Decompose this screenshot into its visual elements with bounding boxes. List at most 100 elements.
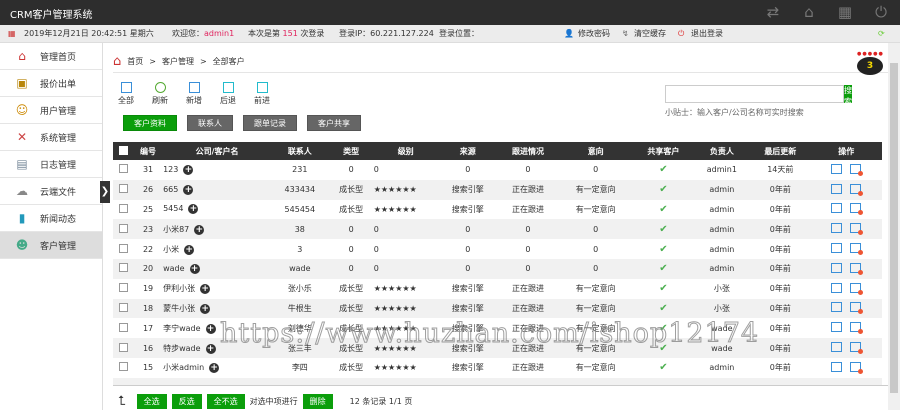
sidebar-item-6[interactable]: ▮ 新闻动态: [0, 205, 102, 232]
row-select[interactable]: [113, 200, 133, 220]
row-select[interactable]: [113, 318, 133, 338]
table-row[interactable]: 17 李宁wade + 刘德华 成长型 ★★★★★★ 搜索引擎 正在跟进 有一定意…: [113, 318, 882, 338]
table-row[interactable]: 15 小米admin + 李四 成长型 ★★★★★★ 搜索引擎 正在跟进 有一定意…: [113, 358, 882, 378]
company-name[interactable]: 李宁wade: [163, 324, 200, 333]
tab-follow-records[interactable]: 跟单记录: [243, 115, 297, 131]
delete-icon[interactable]: [850, 203, 864, 216]
expand-plus-icon[interactable]: +: [188, 204, 199, 215]
tab-customer-share[interactable]: 客户共享: [307, 115, 361, 131]
breadcrumb-customer[interactable]: 客户管理: [162, 56, 194, 67]
select-all-checkbox[interactable]: [118, 145, 128, 155]
company-name[interactable]: 665: [163, 185, 178, 194]
expand-plus-icon[interactable]: +: [184, 244, 195, 255]
table-row[interactable]: 26 665 + 433434 成长型 ★★★★★★ 搜索引擎 正在跟进 有一定意…: [113, 179, 882, 200]
invert-selection-button[interactable]: 反选: [171, 394, 202, 409]
row-checkbox[interactable]: [118, 164, 128, 174]
sidebar-item-5[interactable]: ☁ 云端文件: [0, 178, 102, 205]
row-checkbox[interactable]: [118, 243, 128, 253]
row-checkbox[interactable]: [118, 362, 128, 372]
table-row[interactable]: 18 蒙牛小张 + 牛根生 成长型 ★★★★★★ 搜索引擎 正在跟进 有一定意向 …: [113, 298, 882, 319]
back-button[interactable]: 后退: [220, 82, 236, 106]
delete-button[interactable]: 删除: [302, 394, 333, 409]
delete-icon[interactable]: [850, 322, 864, 335]
expand-plus-icon[interactable]: +: [209, 363, 220, 374]
delete-icon[interactable]: [850, 262, 864, 275]
row-checkbox[interactable]: [118, 322, 128, 332]
table-row[interactable]: 23 小米87 + 38 0 0 0 0 0 ✔ admin 0年前: [113, 219, 882, 240]
row-checkbox[interactable]: [118, 203, 128, 213]
power-icon[interactable]: ⏻: [872, 3, 890, 21]
tab-contacts[interactable]: 联系人: [187, 115, 233, 131]
tab-customer-info[interactable]: 客户资料: [123, 115, 177, 131]
all-button[interactable]: 全部: [118, 82, 134, 106]
search-input[interactable]: [665, 85, 844, 103]
select-none-button[interactable]: 全不选: [206, 394, 245, 409]
delete-icon[interactable]: [850, 302, 864, 315]
company-name[interactable]: 蒙牛小张: [163, 304, 195, 313]
add-button[interactable]: 新增: [186, 82, 202, 106]
change-password-link[interactable]: 修改密码: [578, 25, 610, 43]
row-select[interactable]: [113, 239, 133, 259]
table-row[interactable]: 16 特步wade + 张三丰 成长型 ★★★★★★ 搜索引擎 正在跟进 有一定意…: [113, 338, 882, 358]
edit-icon[interactable]: [831, 163, 843, 174]
edit-icon[interactable]: [831, 203, 843, 214]
table-row[interactable]: 20 wade + wade 0 0 0 0 0 ✔ admin 0年前: [113, 258, 882, 279]
sync-icon[interactable]: ⟳: [878, 25, 885, 43]
forward-button[interactable]: 前进: [254, 82, 270, 106]
row-checkbox[interactable]: [118, 223, 128, 233]
logout-link[interactable]: 退出登录: [691, 25, 723, 43]
edit-icon[interactable]: [831, 302, 843, 313]
sidebar-item-2[interactable]: ☺ 用户管理: [0, 97, 102, 124]
delete-icon[interactable]: [850, 361, 864, 374]
row-select[interactable]: [113, 358, 133, 378]
table-row[interactable]: [113, 377, 882, 385]
company-name[interactable]: 小米87: [163, 225, 189, 234]
delete-icon[interactable]: [850, 183, 864, 196]
table-row[interactable]: 31 123 + 231 0 0 0 0 0 ✔ admin1 14天前: [113, 160, 882, 180]
company-name[interactable]: 小米: [163, 245, 179, 254]
delete-icon[interactable]: [850, 342, 864, 355]
sidebar-item-3[interactable]: ✕ 系统管理: [0, 124, 102, 151]
row-select[interactable]: [113, 298, 133, 319]
row-checkbox[interactable]: [118, 342, 128, 352]
sidebar-item-4[interactable]: ▤ 日志管理: [0, 151, 102, 178]
home-icon[interactable]: ⌂: [800, 3, 818, 21]
company-name[interactable]: 小米admin: [163, 363, 204, 372]
scrollbar[interactable]: [888, 43, 900, 410]
search-button[interactable]: 搜 索: [844, 85, 852, 106]
row-select[interactable]: [113, 338, 133, 358]
edit-icon[interactable]: [831, 223, 843, 234]
expand-plus-icon[interactable]: +: [205, 343, 216, 354]
breadcrumb-home[interactable]: 首页: [127, 56, 143, 67]
row-select[interactable]: [113, 179, 133, 200]
delete-icon[interactable]: [850, 282, 864, 295]
expand-plus-icon[interactable]: +: [189, 263, 200, 274]
sidebar-item-7[interactable]: ☻ 客户管理: [0, 232, 102, 259]
row-select[interactable]: [113, 258, 133, 279]
company-name[interactable]: 123: [163, 165, 178, 174]
edit-icon[interactable]: [831, 243, 843, 254]
edit-icon[interactable]: [831, 282, 843, 293]
clear-cache-link[interactable]: 清空缓存: [634, 25, 666, 43]
row-checkbox[interactable]: [118, 302, 128, 312]
row-select[interactable]: [113, 279, 133, 299]
row-checkbox[interactable]: [118, 184, 128, 194]
expand-plus-icon[interactable]: +: [183, 184, 194, 195]
company-name[interactable]: 伊利小张: [163, 284, 195, 293]
edit-icon[interactable]: [831, 262, 843, 273]
expand-plus-icon[interactable]: +: [183, 164, 194, 175]
return-arrow-icon[interactable]: ⮤: [118, 394, 126, 409]
grid-icon[interactable]: ▦: [836, 3, 854, 21]
expand-plus-icon[interactable]: +: [194, 224, 205, 235]
notification-badge[interactable]: 3: [857, 57, 883, 75]
row-checkbox[interactable]: [118, 263, 128, 273]
delete-icon[interactable]: [850, 163, 864, 176]
scrollbar-thumb[interactable]: [890, 63, 898, 393]
edit-icon[interactable]: [831, 342, 843, 353]
row-checkbox[interactable]: [118, 283, 128, 293]
row-select[interactable]: [113, 160, 133, 180]
refresh-icon[interactable]: ⇄: [764, 3, 782, 21]
refresh-button[interactable]: 刷新: [152, 82, 168, 106]
table-row[interactable]: 19 伊利小张 + 张小乐 成长型 ★★★★★★ 搜索引擎 正在跟进 有一定意向 …: [113, 279, 882, 299]
sidebar-toggle-button[interactable]: ❯: [100, 181, 110, 203]
